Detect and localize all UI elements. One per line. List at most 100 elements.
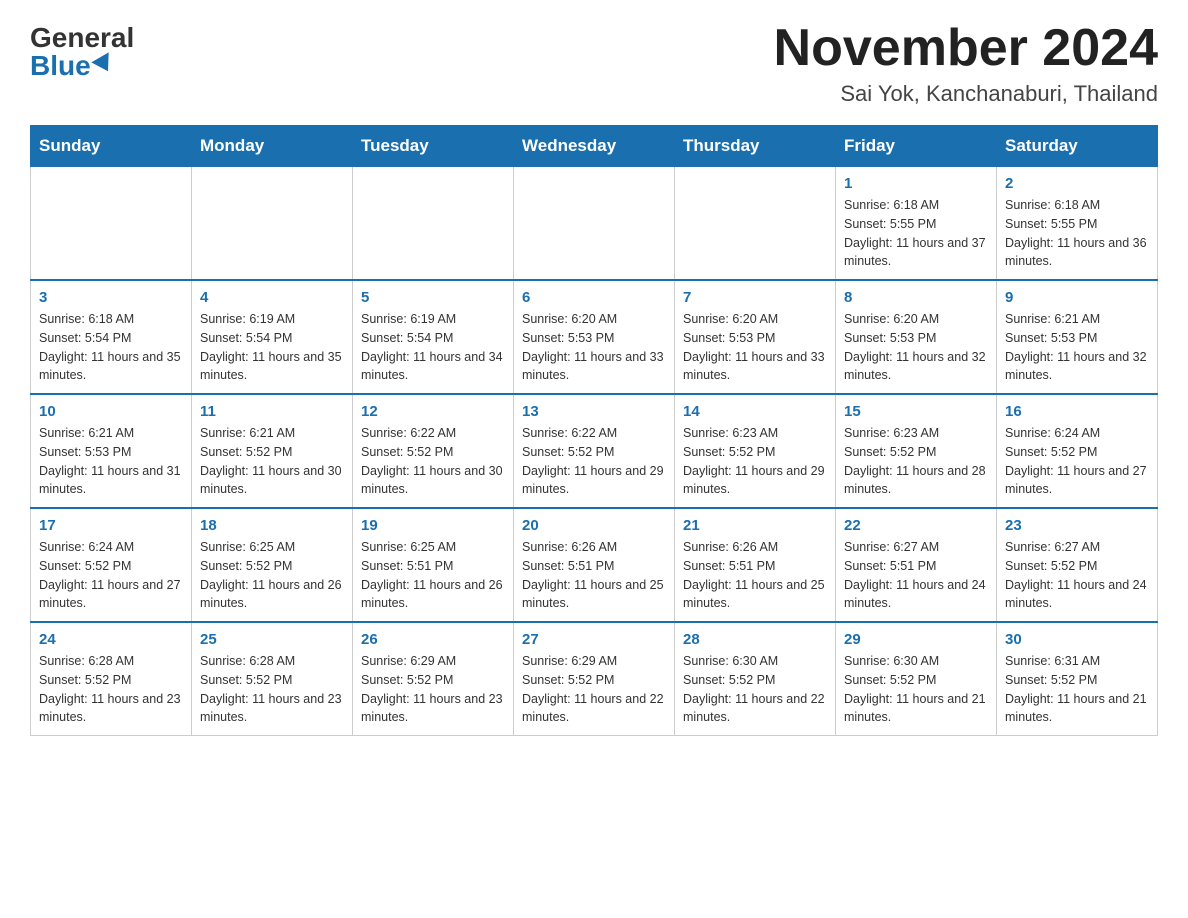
day-number: 19 [361,517,505,534]
day-info: Sunrise: 6:29 AMSunset: 5:52 PMDaylight:… [361,652,505,727]
calendar-cell: 26 Sunrise: 6:29 AMSunset: 5:52 PMDayligh… [353,622,514,736]
day-number: 5 [361,289,505,306]
calendar-cell: 7 Sunrise: 6:20 AMSunset: 5:53 PMDaylight… [675,280,836,394]
day-number: 28 [683,631,827,648]
calendar-cell [192,167,353,281]
day-number: 23 [1005,517,1149,534]
day-number: 10 [39,403,183,420]
day-number: 30 [1005,631,1149,648]
day-number: 13 [522,403,666,420]
day-info: Sunrise: 6:20 AMSunset: 5:53 PMDaylight:… [522,310,666,385]
day-number: 18 [200,517,344,534]
day-number: 22 [844,517,988,534]
day-number: 2 [1005,175,1149,192]
calendar-cell: 22 Sunrise: 6:27 AMSunset: 5:51 PMDayligh… [836,508,997,622]
day-info: Sunrise: 6:19 AMSunset: 5:54 PMDaylight:… [361,310,505,385]
day-info: Sunrise: 6:30 AMSunset: 5:52 PMDaylight:… [683,652,827,727]
day-info: Sunrise: 6:21 AMSunset: 5:52 PMDaylight:… [200,424,344,499]
calendar-cell [353,167,514,281]
calendar-cell: 10 Sunrise: 6:21 AMSunset: 5:53 PMDayligh… [31,394,192,508]
calendar-cell: 19 Sunrise: 6:25 AMSunset: 5:51 PMDayligh… [353,508,514,622]
location-subtitle: Sai Yok, Kanchanaburi, Thailand [774,81,1158,107]
day-number: 15 [844,403,988,420]
calendar-week-row: 24 Sunrise: 6:28 AMSunset: 5:52 PMDayligh… [31,622,1158,736]
day-info: Sunrise: 6:21 AMSunset: 5:53 PMDaylight:… [1005,310,1149,385]
day-number: 26 [361,631,505,648]
day-info: Sunrise: 6:26 AMSunset: 5:51 PMDaylight:… [522,538,666,613]
day-info: Sunrise: 6:27 AMSunset: 5:52 PMDaylight:… [1005,538,1149,613]
calendar-cell: 6 Sunrise: 6:20 AMSunset: 5:53 PMDaylight… [514,280,675,394]
calendar-cell: 2 Sunrise: 6:18 AMSunset: 5:55 PMDaylight… [997,167,1158,281]
day-number: 21 [683,517,827,534]
day-info: Sunrise: 6:28 AMSunset: 5:52 PMDaylight:… [39,652,183,727]
calendar-cell: 4 Sunrise: 6:19 AMSunset: 5:54 PMDaylight… [192,280,353,394]
day-info: Sunrise: 6:18 AMSunset: 5:55 PMDaylight:… [844,196,988,271]
calendar-cell: 1 Sunrise: 6:18 AMSunset: 5:55 PMDaylight… [836,167,997,281]
calendar-cell: 11 Sunrise: 6:21 AMSunset: 5:52 PMDayligh… [192,394,353,508]
calendar-cell [675,167,836,281]
day-number: 11 [200,403,344,420]
calendar-cell: 23 Sunrise: 6:27 AMSunset: 5:52 PMDayligh… [997,508,1158,622]
day-number: 16 [1005,403,1149,420]
calendar-cell: 5 Sunrise: 6:19 AMSunset: 5:54 PMDaylight… [353,280,514,394]
calendar-cell [514,167,675,281]
calendar-cell: 14 Sunrise: 6:23 AMSunset: 5:52 PMDayligh… [675,394,836,508]
col-header-friday: Friday [836,126,997,167]
calendar-cell: 16Sunrise: 6:24 AMSunset: 5:52 PMDayligh… [997,394,1158,508]
calendar-week-row: 10 Sunrise: 6:21 AMSunset: 5:53 PMDayligh… [31,394,1158,508]
calendar-cell: 12Sunrise: 6:22 AMSunset: 5:52 PMDayligh… [353,394,514,508]
day-number: 6 [522,289,666,306]
day-number: 12 [361,403,505,420]
calendar-week-row: 3Sunrise: 6:18 AMSunset: 5:54 PMDaylight… [31,280,1158,394]
day-number: 20 [522,517,666,534]
calendar-cell: 28 Sunrise: 6:30 AMSunset: 5:52 PMDayligh… [675,622,836,736]
calendar-header-row: SundayMondayTuesdayWednesdayThursdayFrid… [31,126,1158,167]
day-info: Sunrise: 6:25 AMSunset: 5:51 PMDaylight:… [361,538,505,613]
day-info: Sunrise: 6:29 AMSunset: 5:52 PMDaylight:… [522,652,666,727]
day-number: 8 [844,289,988,306]
day-info: Sunrise: 6:23 AMSunset: 5:52 PMDaylight:… [683,424,827,499]
logo-blue-text: Blue [30,52,115,80]
day-info: Sunrise: 6:23 AMSunset: 5:52 PMDaylight:… [844,424,988,499]
calendar-cell: 25 Sunrise: 6:28 AMSunset: 5:52 PMDayligh… [192,622,353,736]
day-number: 14 [683,403,827,420]
day-number: 9 [1005,289,1149,306]
month-title: November 2024 [774,20,1158,77]
day-info: Sunrise: 6:22 AMSunset: 5:52 PMDaylight:… [522,424,666,499]
calendar-table: SundayMondayTuesdayWednesdayThursdayFrid… [30,125,1158,736]
title-block: November 2024 Sai Yok, Kanchanaburi, Tha… [774,20,1158,107]
col-header-monday: Monday [192,126,353,167]
day-info: Sunrise: 6:31 AMSunset: 5:52 PMDaylight:… [1005,652,1149,727]
day-info: Sunrise: 6:27 AMSunset: 5:51 PMDaylight:… [844,538,988,613]
col-header-sunday: Sunday [31,126,192,167]
day-number: 24 [39,631,183,648]
day-number: 4 [200,289,344,306]
calendar-cell: 21 Sunrise: 6:26 AMSunset: 5:51 PMDayligh… [675,508,836,622]
day-info: Sunrise: 6:19 AMSunset: 5:54 PMDaylight:… [200,310,344,385]
day-info: Sunrise: 6:18 AMSunset: 5:55 PMDaylight:… [1005,196,1149,271]
logo-triangle-icon [91,52,116,76]
calendar-cell: 3Sunrise: 6:18 AMSunset: 5:54 PMDaylight… [31,280,192,394]
day-info: Sunrise: 6:21 AMSunset: 5:53 PMDaylight:… [39,424,183,499]
day-info: Sunrise: 6:24 AMSunset: 5:52 PMDaylight:… [39,538,183,613]
day-number: 1 [844,175,988,192]
day-info: Sunrise: 6:20 AMSunset: 5:53 PMDaylight:… [683,310,827,385]
day-info: Sunrise: 6:28 AMSunset: 5:52 PMDaylight:… [200,652,344,727]
day-info: Sunrise: 6:18 AMSunset: 5:54 PMDaylight:… [39,310,183,385]
day-number: 25 [200,631,344,648]
logo: General Blue [30,20,134,80]
day-info: Sunrise: 6:20 AMSunset: 5:53 PMDaylight:… [844,310,988,385]
calendar-cell: 13 Sunrise: 6:22 AMSunset: 5:52 PMDayligh… [514,394,675,508]
calendar-cell: 20 Sunrise: 6:26 AMSunset: 5:51 PMDayligh… [514,508,675,622]
calendar-cell: 15 Sunrise: 6:23 AMSunset: 5:52 PMDayligh… [836,394,997,508]
calendar-cell: 30 Sunrise: 6:31 AMSunset: 5:52 PMDayligh… [997,622,1158,736]
day-number: 7 [683,289,827,306]
calendar-cell: 29Sunrise: 6:30 AMSunset: 5:52 PMDayligh… [836,622,997,736]
page-header: General Blue November 2024 Sai Yok, Kanc… [30,20,1158,107]
col-header-thursday: Thursday [675,126,836,167]
calendar-week-row: 1 Sunrise: 6:18 AMSunset: 5:55 PMDaylight… [31,167,1158,281]
day-number: 27 [522,631,666,648]
calendar-week-row: 17Sunrise: 6:24 AMSunset: 5:52 PMDayligh… [31,508,1158,622]
day-info: Sunrise: 6:26 AMSunset: 5:51 PMDaylight:… [683,538,827,613]
calendar-cell: 8 Sunrise: 6:20 AMSunset: 5:53 PMDaylight… [836,280,997,394]
